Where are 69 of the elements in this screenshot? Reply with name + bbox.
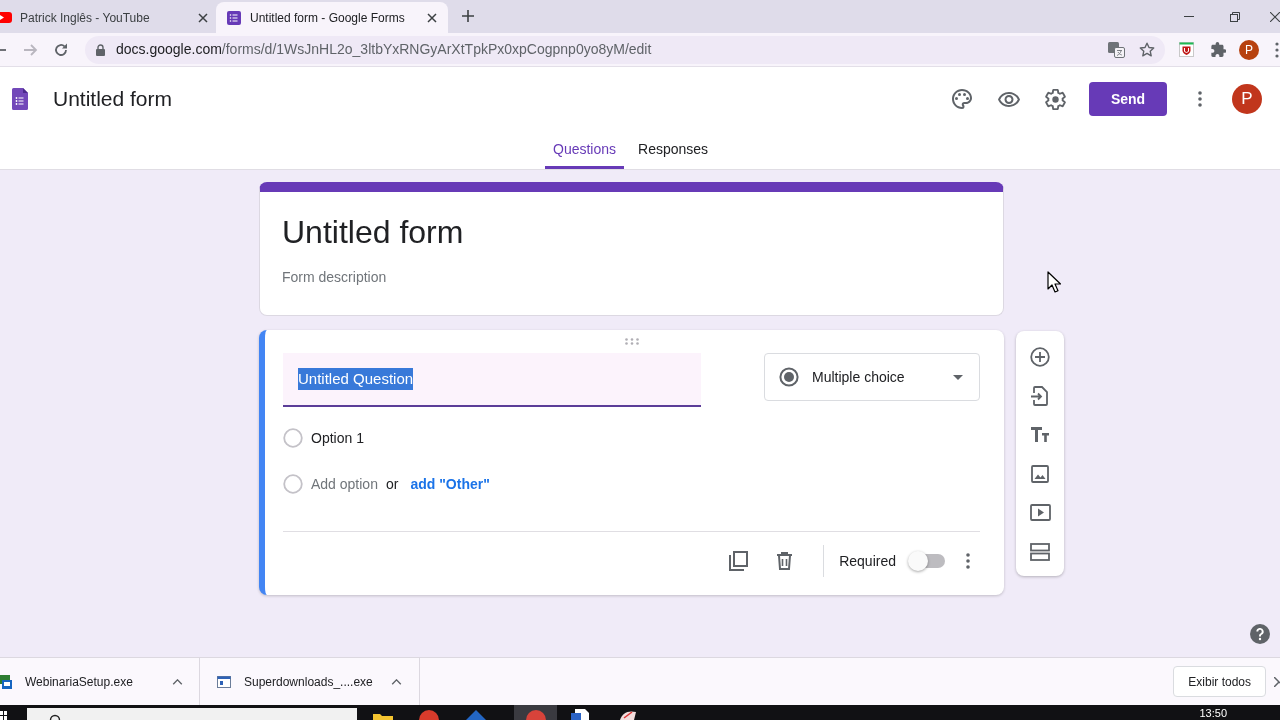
video-icon[interactable] — [1029, 504, 1051, 521]
add-option-field[interactable]: Add option — [311, 473, 378, 495]
chevron-up-icon[interactable] — [391, 678, 402, 685]
menu-icon[interactable] — [1275, 41, 1279, 58]
image-icon[interactable] — [1031, 464, 1049, 483]
editor-tab[interactable]: Responses — [630, 131, 717, 169]
or-label: or — [385, 474, 399, 494]
clock-time: 13:50 — [1199, 706, 1227, 720]
video-play-icon — [0, 12, 12, 23]
description-field[interactable]: Form description — [282, 267, 972, 287]
close-tab-icon[interactable] — [427, 12, 437, 23]
close-tab-icon[interactable] — [198, 12, 208, 23]
help-icon[interactable] — [1250, 624, 1270, 644]
browser-tab[interactable]: Untitled form - Google Forms — [216, 2, 448, 33]
duplicate-icon[interactable] — [729, 551, 749, 571]
close-icon[interactable] — [1274, 676, 1280, 687]
add-circle-icon[interactable] — [1030, 346, 1050, 367]
title-text-icon[interactable] — [1031, 427, 1049, 442]
forms-logo-icon[interactable] — [12, 88, 28, 110]
more-icon[interactable] — [1198, 91, 1202, 107]
form-title-field[interactable]: Untitled form — [282, 212, 464, 252]
drag-handle-icon[interactable] — [624, 338, 639, 345]
app-icon[interactable] — [618, 710, 638, 720]
required-label: Required — [839, 551, 896, 571]
radio-icon — [283, 428, 303, 448]
address-bar[interactable]: docs.google.com/forms/d/1WsJnHL2o_3ltbYxRNGyArXtTpkPx0xpCogpnp0yo8yM/edit — [85, 35, 1165, 64]
show-all-button[interactable]: Exibir todos — [1173, 666, 1266, 697]
required-switch[interactable] — [908, 551, 945, 571]
download-file-name[interactable]: Superdownloads_....exe — [244, 672, 373, 691]
browser-tab[interactable]: Patrick Inglês - YouTube — [0, 2, 216, 33]
active-app-tile[interactable] — [514, 705, 557, 720]
send-button[interactable]: Send — [1089, 82, 1167, 116]
section-icon[interactable] — [1030, 542, 1050, 561]
close-icon[interactable] — [1270, 11, 1280, 22]
settings-icon[interactable] — [1045, 88, 1066, 110]
profile-avatar[interactable]: P — [1239, 39, 1259, 60]
new-tab-icon[interactable] — [462, 10, 474, 22]
download-file-name[interactable]: WebinariaSetup.exe — [25, 672, 133, 691]
trash-icon[interactable] — [777, 552, 793, 570]
window-icon — [217, 675, 231, 688]
question-type-dropdown[interactable]: Multiple choice — [764, 353, 980, 401]
radio-selected-icon — [779, 367, 799, 387]
question-title-field[interactable]: Untitled Question — [283, 353, 701, 407]
import-icon[interactable] — [1031, 385, 1049, 406]
windows-logo-icon[interactable] — [0, 711, 7, 720]
extension-shield-icon[interactable] — [1179, 42, 1194, 57]
lock-icon[interactable] — [96, 43, 105, 56]
taskbar-search-field[interactable] — [27, 708, 357, 720]
search-icon — [49, 713, 61, 720]
folder-icon[interactable] — [372, 712, 394, 720]
radio-icon — [283, 474, 303, 494]
preview-eye-icon[interactable] — [998, 91, 1020, 107]
caret-icon — [953, 374, 963, 380]
app-icon — [525, 710, 546, 720]
document-icon[interactable] — [571, 709, 589, 720]
form-name[interactable]: Untitled form — [53, 83, 173, 115]
more-icon[interactable] — [966, 553, 970, 569]
forms-logo-icon — [227, 10, 241, 25]
palette-icon[interactable] — [952, 89, 972, 109]
star-icon[interactable] — [1139, 41, 1155, 58]
reload-icon[interactable] — [54, 42, 68, 57]
puzzle-icon[interactable] — [1211, 42, 1226, 57]
option-label[interactable]: Option 1 — [311, 427, 364, 449]
translate-icon[interactable] — [1108, 41, 1125, 58]
chevron-up-icon[interactable] — [172, 678, 183, 685]
add-other-link[interactable]: add "Other" — [410, 473, 490, 495]
account-avatar[interactable]: P — [1232, 84, 1262, 114]
cursor-icon — [1047, 271, 1061, 293]
restore-icon[interactable] — [1230, 11, 1240, 22]
